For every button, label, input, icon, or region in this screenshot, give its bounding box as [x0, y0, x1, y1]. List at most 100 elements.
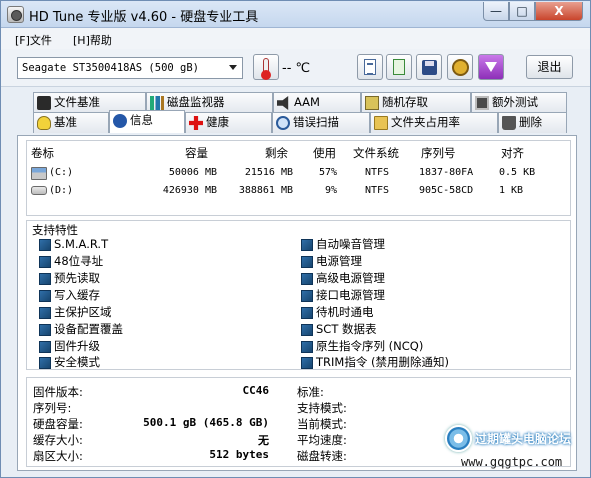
- watermark-url: www.gqgtpc.com: [461, 455, 563, 469]
- drive-select[interactable]: Seagate ST3500418AS (500 gB): [17, 57, 243, 79]
- capacity-label: 硬盘容量:: [33, 417, 83, 431]
- column-header[interactable]: 对齐: [501, 145, 524, 161]
- column-header[interactable]: 卷标: [31, 145, 54, 161]
- bar-chart-icon: [150, 96, 164, 110]
- volume-serial: 905C-58CD: [419, 185, 474, 196]
- system-drive-icon: [31, 167, 47, 180]
- tab-info[interactable]: 信息: [109, 110, 185, 133]
- speaker-icon: [277, 96, 289, 110]
- copy-image-icon: [393, 59, 405, 75]
- trash-icon: [502, 116, 516, 130]
- serial-label: 序列号:: [33, 401, 72, 415]
- tab-benchmark[interactable]: 基准: [33, 112, 109, 133]
- volume-free: 388861 MB: [238, 185, 293, 196]
- sector-value: 512 bytes: [209, 448, 269, 461]
- tab-label: 额外测试: [492, 95, 538, 109]
- chevron-down-icon[interactable]: [229, 65, 237, 70]
- magnifier-icon: [276, 116, 290, 130]
- temperature-button[interactable]: [253, 54, 279, 80]
- menu-bar: [F]文件 [H]帮助: [1, 28, 590, 49]
- supported-mode-label: 支持模式:: [297, 401, 347, 415]
- tab-folder-usage[interactable]: 文件夹占用率: [370, 112, 498, 133]
- drive-select-value: Seagate ST3500418AS (500 gB): [22, 62, 200, 74]
- feature-item: 原生指令序列 (NCQ): [301, 339, 423, 355]
- column-header[interactable]: 序列号: [421, 145, 456, 161]
- tab-label: AAM: [294, 95, 320, 109]
- column-header[interactable]: 剩余: [265, 145, 288, 161]
- tab-error-scan[interactable]: 错误扫描: [272, 112, 370, 133]
- watermark-logo-icon: [445, 425, 472, 452]
- folder-icon: [374, 116, 388, 130]
- feature-item: 主保护区域: [39, 305, 112, 321]
- feature-item: 设备配置覆盖: [39, 322, 123, 338]
- rotation-speed-label: 磁盘转速:: [297, 449, 347, 463]
- cache-value: 无: [258, 434, 269, 447]
- feature-item: 写入缓存: [39, 288, 100, 304]
- feature-item: TRIM指令 (禁用删除通知): [301, 355, 449, 371]
- exit-button[interactable]: 退出: [526, 55, 573, 79]
- volume-label: (D:): [49, 185, 74, 196]
- app-icon: [7, 6, 24, 23]
- chip-icon: [37, 96, 51, 110]
- table-row[interactable]: (D:) 426930 MB 388861 MB 9% NTFS 905C-58…: [27, 183, 572, 200]
- info-panel: 卷标 容量 剩余 使用 文件系统 序列号 对齐 (C:) 50006 MB 21…: [17, 135, 577, 471]
- thermometer-icon: [261, 58, 271, 80]
- watermark-text: 过期罐头电脑论坛: [475, 432, 572, 446]
- standard-label: 标准:: [297, 385, 324, 399]
- column-header[interactable]: 容量: [185, 145, 208, 161]
- copy-icon: [364, 59, 376, 75]
- maximize-button[interactable]: □: [509, 2, 535, 21]
- volume-filesystem: NTFS: [365, 167, 390, 178]
- tab-label: 删除: [519, 115, 542, 129]
- cache-label: 缓存大小:: [33, 433, 83, 447]
- menu-file[interactable]: [F]文件: [15, 32, 52, 48]
- extra-tests-icon: [475, 96, 489, 110]
- arrow-down-icon: [485, 62, 497, 72]
- tab-strip: 文件基准 磁盘监视器 AAM 随机存取 额外测试 基准 信息 健康 错误扫描 文…: [1, 88, 590, 135]
- feature-item: 安全模式: [39, 355, 100, 371]
- tools-icon: [452, 59, 469, 76]
- tab-aam[interactable]: AAM: [273, 92, 361, 113]
- menu-help[interactable]: [H]帮助: [73, 32, 112, 48]
- volume-free: 21516 MB: [244, 167, 293, 178]
- options-button[interactable]: [447, 54, 473, 80]
- column-header[interactable]: 使用: [313, 145, 336, 161]
- feature-item: 自动噪音管理: [301, 237, 385, 253]
- feature-item: SCT 数据表: [301, 322, 377, 338]
- capacity-value: 500.1 gB (465.8 GB): [143, 416, 269, 429]
- tab-label: 文件夹占用率: [391, 115, 460, 129]
- volume-capacity: 426930 MB: [162, 185, 217, 196]
- tab-random-access[interactable]: 随机存取: [361, 92, 471, 113]
- close-button[interactable]: X: [535, 2, 583, 21]
- volume-used: 9%: [324, 185, 337, 196]
- average-speed-label: 平均速度:: [297, 433, 347, 447]
- copy-screenshot-button[interactable]: [386, 54, 412, 80]
- tab-extra-tests[interactable]: 额外测试: [471, 92, 567, 113]
- feature-item: 待机时通电: [301, 305, 374, 321]
- sector-label: 扇区大小:: [33, 449, 83, 463]
- feature-item: 接口电源管理: [301, 288, 385, 304]
- feature-item: S.M.A.R.T: [39, 237, 108, 253]
- tab-label: 健康: [206, 115, 229, 129]
- minimize-button[interactable]: —: [483, 2, 509, 21]
- feature-item: 高级电源管理: [301, 271, 385, 287]
- window-title: HD Tune 专业版 v4.60 - 硬盘专业工具: [29, 10, 259, 25]
- tab-health[interactable]: 健康: [185, 112, 272, 133]
- current-mode-label: 当前模式:: [297, 417, 347, 431]
- info-icon: [113, 114, 127, 128]
- column-header[interactable]: 文件系统: [353, 145, 399, 161]
- save-button[interactable]: [416, 54, 442, 80]
- tab-label: 错误扫描: [293, 115, 339, 129]
- tab-erase[interactable]: 删除: [498, 112, 567, 133]
- tab-label: 随机存取: [382, 95, 428, 109]
- volume-alignment: 1 KB: [499, 185, 524, 196]
- copy-text-button[interactable]: [357, 54, 383, 80]
- volume-filesystem: NTFS: [365, 185, 390, 196]
- download-button[interactable]: [478, 54, 504, 80]
- volume-label: (C:): [49, 167, 74, 178]
- app-window: HD Tune 专业版 v4.60 - 硬盘专业工具 — □ X [F]文件 […: [0, 0, 591, 478]
- details-box: 固件版本: CC46 序列号: 硬盘容量: 500.1 gB (465.8 GB…: [26, 377, 571, 467]
- features-box: 支持特性 S.M.A.R.T 48位寻址 预先读取 写入缓存 主保护区域 设备配…: [26, 220, 571, 370]
- table-row[interactable]: (C:) 50006 MB 21516 MB 57% NTFS 1837-80F…: [27, 165, 572, 182]
- floppy-disk-icon: [422, 60, 437, 75]
